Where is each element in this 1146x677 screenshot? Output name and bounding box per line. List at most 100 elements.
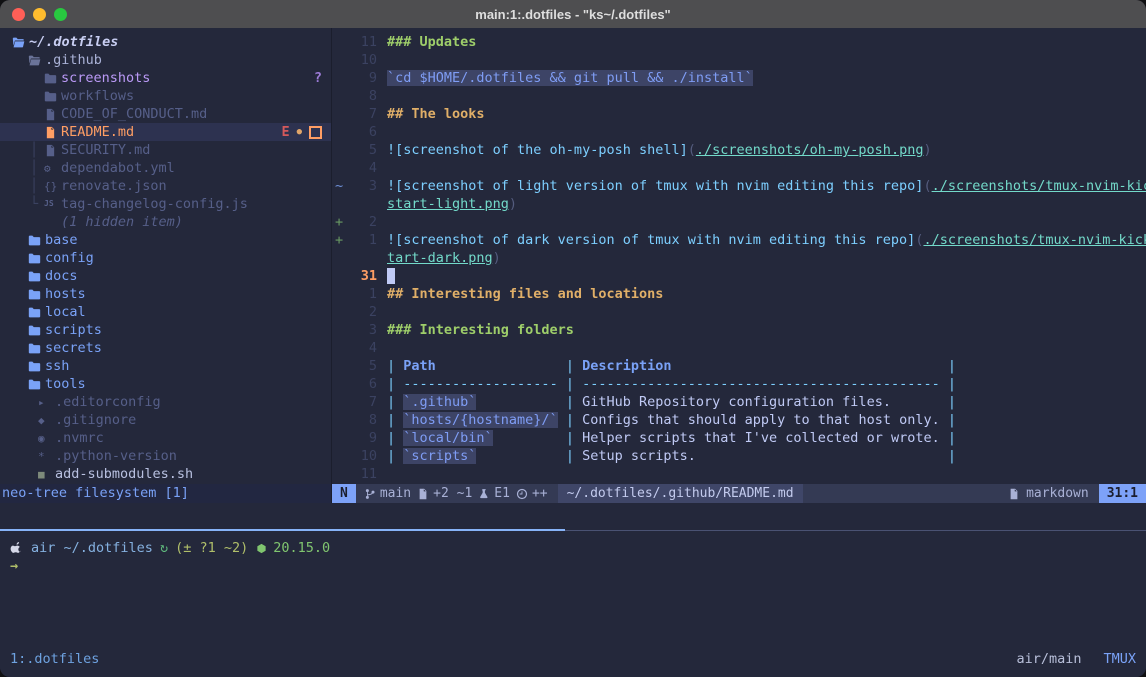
tree-item-.github[interactable]: .github	[0, 51, 331, 69]
shell-pane[interactable]: air ~/.dotfiles ↻ (± ?1 ~2) 20.15.0 → 1:…	[0, 503, 1146, 677]
tree-item-screenshots[interactable]: screenshots?	[0, 69, 331, 87]
folder-icon	[28, 270, 45, 283]
editor-line[interactable]: 11	[332, 465, 1146, 483]
zoom-button[interactable]	[54, 8, 67, 21]
editor-line[interactable]: 31	[332, 267, 1146, 285]
editor-line[interactable]: 7## The looks	[332, 105, 1146, 123]
editor-line[interactable]: 11 ### Updates	[332, 33, 1146, 51]
line-number: 2	[349, 213, 377, 231]
folder-icon	[28, 342, 45, 355]
tree-item-dependabot.yml[interactable]: │⚙dependabot.yml	[0, 159, 331, 177]
tree-item-codeofconduct.md[interactable]: CODE_OF_CONDUCT.md	[0, 105, 331, 123]
tree-item-add-submodules.sh[interactable]: ■add-submodules.sh	[0, 465, 331, 483]
folder-icon	[28, 234, 45, 247]
tree-item-.nvmrc[interactable]: ◉.nvmrc	[0, 429, 331, 447]
syntax-segment: ./screenshots/tmux-nvim-kick	[932, 178, 1146, 194]
syntax-segment: |	[387, 430, 403, 446]
gutter-sign	[332, 321, 349, 339]
syntax-segment	[476, 394, 565, 410]
tree-item-config[interactable]: config	[0, 249, 331, 267]
tree-item-readme.md[interactable]: README.mdE●	[0, 123, 331, 141]
syntax-segment: Configs that should apply to that host o…	[582, 412, 948, 428]
file-icon	[44, 144, 61, 157]
editor-line[interactable]: 3### Interesting folders	[332, 321, 1146, 339]
editor-line[interactable]: 10	[332, 51, 1146, 69]
tree-item-tag-changelog-config.js[interactable]: └JStag-changelog-config.js	[0, 195, 331, 213]
statusline-filepath: ~/.dotfiles/.github/README.md	[558, 484, 803, 503]
editor-line[interactable]: 6	[332, 123, 1146, 141]
minimize-button[interactable]	[33, 8, 46, 21]
gutter-sign	[332, 51, 349, 69]
tree-item-label: SECURITY.md	[61, 141, 150, 159]
syntax-segment: |	[566, 394, 582, 410]
editor-line[interactable]: +1![screenshot of dark version of tmux w…	[332, 231, 1146, 249]
syntax-segment: )	[493, 250, 501, 266]
prompt-cursor-arrow: →	[10, 557, 18, 575]
line-number: 3	[349, 177, 377, 195]
tree-indent-guide: │	[30, 159, 44, 177]
editor-line[interactable]: 4	[332, 159, 1146, 177]
editor-line[interactable]: 8	[332, 87, 1146, 105]
editor-line[interactable]: start-light.png)	[332, 195, 1146, 213]
tree-item-hosts[interactable]: hosts	[0, 285, 331, 303]
editor-line[interactable]: 1## Interesting files and locations	[332, 285, 1146, 303]
editor-line[interactable]: 8| `hosts/{hostname}/` | Configs that sh…	[332, 411, 1146, 429]
tree-item-.gitignore[interactable]: ◆.gitignore	[0, 411, 331, 429]
editor-line[interactable]: 5![screenshot of the oh-my-posh shell](.…	[332, 141, 1146, 159]
gutter-sign	[332, 267, 349, 285]
nvim-editor[interactable]: 11 ### Updates 10 9`cd $HOME/.dotfiles &&…	[332, 28, 1146, 484]
tree-item-security.md[interactable]: │SECURITY.md	[0, 141, 331, 159]
syntax-segment: ## The looks	[387, 106, 485, 122]
tree-item-workflows[interactable]: workflows	[0, 87, 331, 105]
gutter-sign: ~	[332, 177, 349, 195]
editor-line[interactable]: 10| `scripts` | Setup scripts. |	[332, 447, 1146, 465]
syntax-segment	[558, 412, 566, 428]
neo-tree-sidebar[interactable]: ~/.dotfiles.githubscreenshots?workflowsC…	[0, 28, 331, 503]
traffic-lights	[12, 0, 67, 28]
editor-line[interactable]: 5| Path | Description |	[332, 357, 1146, 375]
line-text: tart-dark.png)	[377, 249, 1146, 267]
git-branch-icon	[364, 488, 376, 500]
syntax-segment	[940, 376, 948, 392]
tree-item-.editorconfig[interactable]: ▸.editorconfig	[0, 393, 331, 411]
tree-item-base[interactable]: base	[0, 231, 331, 249]
tree-item-1hiddenitem[interactable]: (1 hidden item)	[0, 213, 331, 231]
hex-icon: ◉	[38, 433, 55, 444]
tree-item-label: docs	[45, 267, 78, 285]
editor-line[interactable]: 7| `.github` | GitHub Repository configu…	[332, 393, 1146, 411]
titlebar[interactable]: main:1:.dotfiles - "ks~/.dotfiles"	[0, 0, 1146, 29]
gear-icon: ⚙	[44, 163, 61, 174]
editor-line[interactable]: 9`cd $HOME/.dotfiles && git pull && ./in…	[332, 69, 1146, 87]
editor-line[interactable]: ~3![screenshot of light version of tmux …	[332, 177, 1146, 195]
line-number: 11	[349, 33, 377, 51]
tree-item-.dotfiles[interactable]: ~/.dotfiles	[0, 33, 331, 51]
tree-item-renovate.json[interactable]: │{}renovate.json	[0, 177, 331, 195]
editor-line[interactable]: tart-dark.png)	[332, 249, 1146, 267]
syntax-segment: ### Updates	[387, 34, 476, 50]
tree-item-scripts[interactable]: scripts	[0, 321, 331, 339]
editor-line[interactable]: +2	[332, 213, 1146, 231]
editor-line[interactable]: 9| `local/bin` | Helper scripts that I'v…	[332, 429, 1146, 447]
tree-item-secrets[interactable]: secrets	[0, 339, 331, 357]
editor-line[interactable]: 6| ------------------- | ---------------…	[332, 375, 1146, 393]
tree-item-ssh[interactable]: ssh	[0, 357, 331, 375]
gutter-sign	[332, 375, 349, 393]
tree-item-docs[interactable]: docs	[0, 267, 331, 285]
gutter-sign	[332, 69, 349, 87]
tree-item-tools[interactable]: tools	[0, 375, 331, 393]
editor-line[interactable]: 2	[332, 303, 1146, 321]
editor-lines: 11 ### Updates 10 9`cd $HOME/.dotfiles &&…	[332, 28, 1146, 483]
line-number: 1	[349, 285, 377, 303]
editor-line[interactable]: 4	[332, 339, 1146, 357]
nvim-statusline: N main+2 ~1E1++ ~/.dotfiles/.github/READ…	[332, 484, 1146, 503]
pane-border-active[interactable]	[0, 529, 565, 531]
tree-item-.python-version[interactable]: *.python-version	[0, 447, 331, 465]
tree-item-local[interactable]: local	[0, 303, 331, 321]
tree-item-label: workflows	[61, 87, 134, 105]
tmux-window-tab[interactable]: 1:.dotfiles	[10, 650, 99, 668]
close-button[interactable]	[12, 8, 25, 21]
syntax-segment: |	[566, 358, 582, 374]
syntax-segment: )	[509, 196, 517, 212]
diamond-icon: ◆	[38, 415, 55, 426]
tree-item-label: tag-changelog-config.js	[61, 195, 248, 213]
